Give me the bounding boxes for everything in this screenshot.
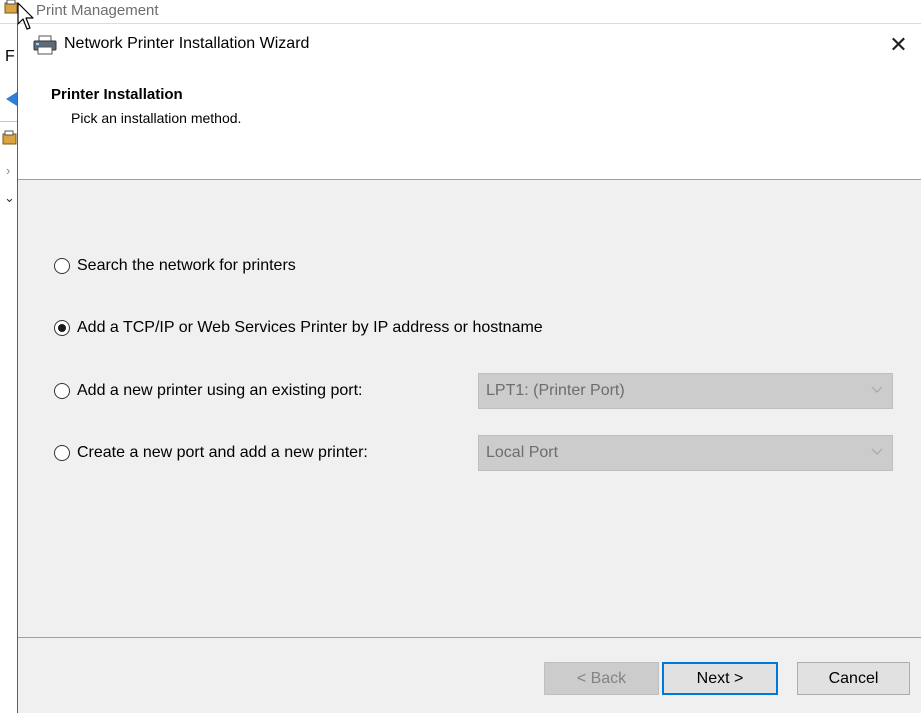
option-search-network[interactable]: Search the network for printers: [54, 255, 296, 277]
new-port-value: Local Port: [486, 444, 559, 461]
option-label: Create a new port and add a new printer:: [77, 444, 368, 461]
option-label: Add a new printer using an existing port…: [77, 382, 363, 399]
radio-existing-port[interactable]: [54, 383, 70, 399]
chevron-down-icon: [871, 448, 883, 455]
back-arrow-icon[interactable]: [0, 88, 17, 110]
existing-port-value: LPT1: (Printer Port): [486, 382, 625, 399]
page-subtitle: Pick an installation method.: [71, 110, 242, 126]
existing-port-select[interactable]: LPT1: (Printer Port): [478, 373, 893, 409]
cancel-button[interactable]: Cancel: [797, 662, 910, 695]
toolbar-divider: [0, 121, 18, 122]
network-printer-installation-wizard: Network Printer Installation Wizard ✕ Pr…: [17, 24, 921, 713]
background-menu-item[interactable]: F: [5, 48, 15, 66]
close-button[interactable]: ✕: [876, 28, 921, 62]
wizard-header: Printer Installation Pick an installatio…: [18, 64, 921, 180]
radio-new-port[interactable]: [54, 445, 70, 461]
radio-add-tcpip[interactable]: [54, 320, 70, 336]
installation-method-options: Search the network for printers Add a TC…: [18, 181, 921, 637]
background-window-title: Print Management: [36, 2, 159, 18]
chevron-down-icon[interactable]: ⌄: [4, 190, 15, 206]
page-title: Printer Installation: [51, 86, 183, 103]
mouse-cursor-icon: [17, 2, 34, 30]
print-management-tree-icon: [2, 130, 17, 145]
option-existing-port[interactable]: Add a new printer using an existing port…: [54, 380, 363, 402]
chevron-down-icon: [871, 386, 883, 393]
option-label: Search the network for printers: [77, 257, 296, 274]
dialog-titlebar: Network Printer Installation Wizard ✕: [18, 24, 921, 64]
option-label: Add a TCP/IP or Web Services Printer by …: [77, 319, 543, 336]
back-button[interactable]: < Back: [544, 662, 659, 695]
option-add-tcpip[interactable]: Add a TCP/IP or Web Services Printer by …: [54, 317, 543, 339]
option-new-port[interactable]: Create a new port and add a new printer:: [54, 442, 368, 464]
footer-divider: [18, 637, 921, 638]
chevron-right-icon[interactable]: ›: [6, 163, 10, 178]
printer-icon: [33, 35, 57, 55]
next-button[interactable]: Next >: [662, 662, 778, 695]
radio-search-network[interactable]: [54, 258, 70, 274]
new-port-select[interactable]: Local Port: [478, 435, 893, 471]
dialog-title: Network Printer Installation Wizard: [64, 35, 310, 52]
